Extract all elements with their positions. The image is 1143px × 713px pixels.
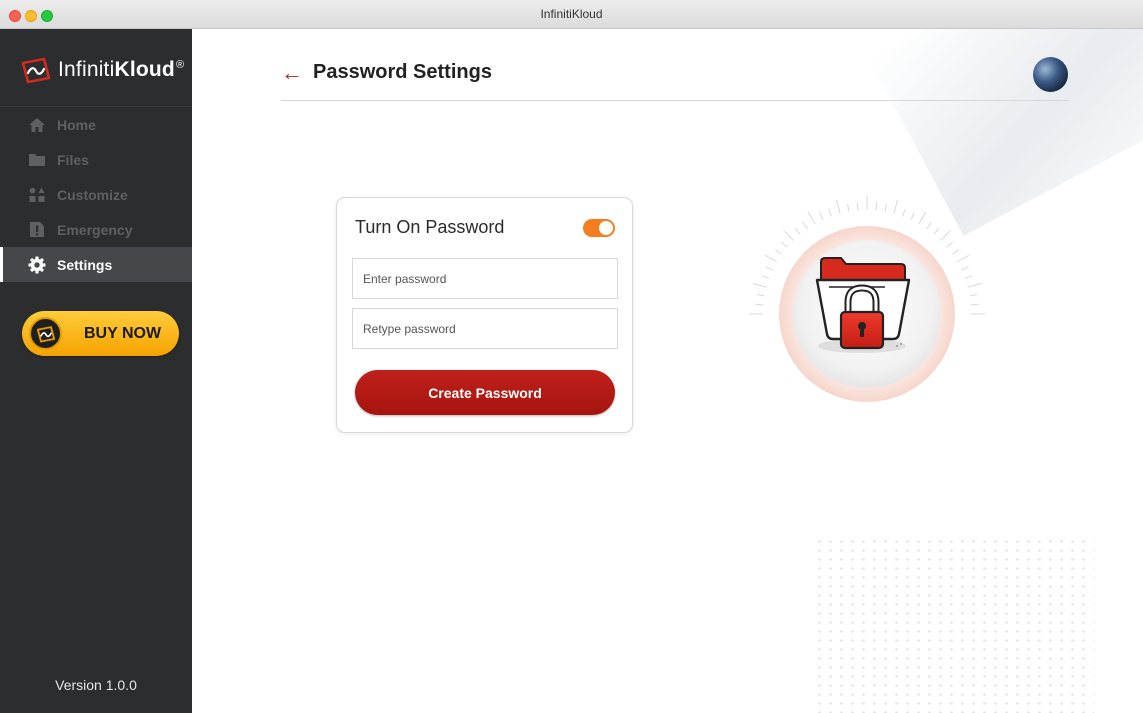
toggle-knob	[599, 221, 613, 235]
retype-password-input[interactable]	[352, 308, 618, 349]
sidebar-item-settings[interactable]: Settings	[0, 247, 192, 282]
version-text: Version 1.0.0	[55, 677, 137, 693]
sidebar-nav: Home Files Customize Emergency Settings	[0, 107, 192, 282]
sidebar-item-home[interactable]: Home	[0, 107, 192, 142]
folder-icon	[27, 151, 47, 169]
folder-lock-illustration	[749, 196, 985, 402]
sidebar-item-emergency[interactable]: Emergency	[0, 212, 192, 247]
sidebar-item-label: Home	[57, 116, 96, 133]
sidebar-item-label: Emergency	[57, 221, 133, 238]
enter-password-input[interactable]	[352, 258, 618, 299]
dot-pattern-decoration	[814, 537, 1094, 713]
home-icon	[27, 116, 47, 134]
sidebar: InfinitiKloud® Home Files Customize Emer…	[0, 29, 192, 713]
sidebar-item-label: Files	[57, 151, 89, 168]
header-divider	[281, 100, 1069, 101]
gear-icon	[27, 256, 47, 274]
buy-now-button[interactable]: BUY NOW	[22, 311, 179, 356]
infinitikloud-logo-icon	[21, 57, 51, 84]
main-content: ← Password Settings Turn On Password Cre…	[192, 29, 1143, 713]
page-title: Password Settings	[313, 61, 492, 83]
page-header: ← Password Settings	[281, 61, 492, 84]
logo-text: InfinitiKloud®	[58, 58, 185, 81]
password-toggle[interactable]	[583, 219, 615, 237]
sidebar-item-files[interactable]: Files	[0, 142, 192, 177]
buy-now-label: BUY NOW	[84, 324, 162, 342]
turn-on-password-label: Turn On Password	[355, 217, 505, 237]
sidebar-item-customize[interactable]: Customize	[0, 177, 192, 212]
window-titlebar: InfinitiKloud	[0, 0, 1143, 29]
back-arrow-icon[interactable]: ←	[281, 61, 303, 84]
infinitikloud-badge-icon	[29, 317, 62, 350]
password-card: Turn On Password Create Password	[336, 197, 633, 433]
create-password-button[interactable]: Create Password	[355, 370, 615, 415]
customize-icon	[27, 186, 47, 204]
emergency-icon	[27, 221, 47, 239]
app-logo[interactable]: InfinitiKloud®	[20, 52, 184, 88]
sidebar-item-label: Settings	[57, 256, 113, 273]
avatar[interactable]	[1033, 57, 1068, 92]
sidebar-item-label: Customize	[57, 186, 128, 203]
window-title: InfinitiKloud	[540, 7, 603, 21]
